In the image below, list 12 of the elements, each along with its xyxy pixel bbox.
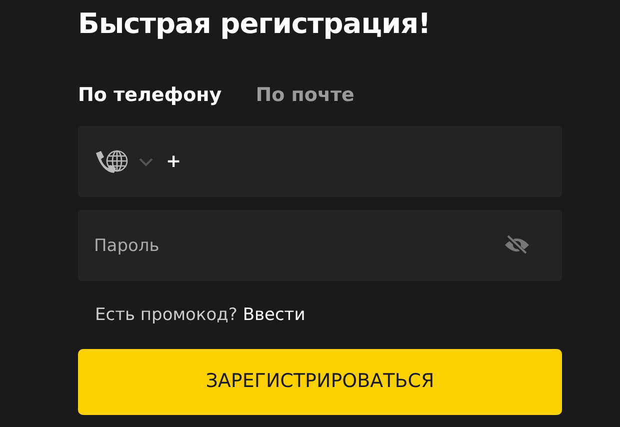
chevron-down-icon[interactable] (138, 156, 154, 166)
enter-promo-link[interactable]: Ввести (242, 305, 306, 325)
phone-globe-icon (94, 148, 130, 174)
tab[interactable]: По телефону (78, 80, 222, 110)
password-field[interactable]: Пароль (78, 210, 562, 281)
tab[interactable]: По почте (256, 80, 354, 110)
promo-text: Есть промокод? (95, 305, 238, 325)
phone-prefix: + (166, 150, 182, 174)
register-button[interactable]: ЗАРЕГИСТРИРОВАТЬСЯ (78, 348, 562, 414)
eye-slash-icon[interactable] (504, 235, 530, 255)
page-title: Быстрая регистрация! (78, 6, 432, 42)
phone-field[interactable]: + (78, 126, 562, 197)
